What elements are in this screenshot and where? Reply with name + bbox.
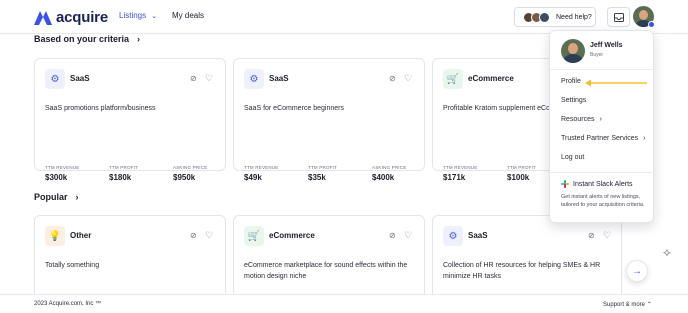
support-avatars (523, 11, 550, 23)
next-arrow-button[interactable]: → (626, 260, 648, 282)
user-name: Jeff Wells (590, 42, 623, 49)
section-title: Popular (34, 192, 68, 202)
avatar (539, 11, 550, 23)
nav-listings-label: Listings (119, 11, 147, 20)
divider (550, 172, 655, 173)
favorite-icon[interactable]: ♡ (404, 230, 412, 241)
hide-icon[interactable]: ⊘ (190, 231, 197, 240)
listing-description: eCommerce marketplace for sound effects … (244, 262, 408, 280)
listing-card[interactable]: ⚙ SaaS ⊘ ♡ SaaS for eCommerce beginners … (233, 58, 425, 182)
inbox-icon (613, 12, 624, 22)
listing-card[interactable]: 💡 Other ⊘ ♡ Totally something (34, 215, 226, 305)
online-status-dot (648, 21, 655, 28)
gear-icon: ⚙ (443, 226, 463, 246)
listing-description: SaaS promotions platform/business (45, 105, 156, 112)
favorite-icon[interactable]: ♡ (603, 230, 611, 241)
metric-asking-price: ASKING PRICE $950k (173, 165, 208, 182)
section-title: Based on your criteria (34, 34, 130, 44)
nav-my-deals[interactable]: My deals (172, 11, 204, 20)
category-label: eCommerce (269, 231, 315, 240)
listing-card[interactable]: ⚙ SaaS ⊘ ♡ SaaS promotions platform/busi… (34, 58, 226, 182)
category-label: eCommerce (468, 74, 514, 83)
category-label: SaaS (468, 231, 488, 240)
footer: 2023 Acquire.com, Inc ™ Support & more ⌃ (0, 294, 688, 313)
metric-ttm-profit: TTM PROFIT $180k (109, 165, 138, 182)
top-navigation: acquire Listings ⌄ My deals Need help? (0, 0, 688, 34)
listing-card[interactable]: ⚙ SaaS ⊘ ♡ Collection of HR resources fo… (432, 215, 622, 305)
need-help-label: Need help? (556, 13, 592, 21)
hide-icon[interactable]: ⊘ (389, 74, 396, 83)
logo-text: acquire (56, 9, 108, 26)
inbox-button[interactable] (607, 7, 630, 27)
menu-item-resources[interactable]: Resources › (561, 116, 602, 123)
avatar (561, 39, 585, 63)
section-popular[interactable]: Popular › (34, 192, 79, 202)
chevron-up-icon: ⌃ (646, 302, 652, 308)
favorite-icon[interactable]: ♡ (205, 73, 213, 84)
listing-description: Totally something (45, 262, 100, 269)
instant-slack-alerts-link[interactable]: Instant Slack Alerts (561, 180, 633, 188)
gear-icon: ⚙ (45, 69, 65, 89)
support-and-more-link[interactable]: Support & more ⌃ (603, 301, 652, 308)
nav-listings[interactable]: Listings ⌄ (119, 11, 157, 20)
chevron-right-icon: › (137, 34, 141, 44)
slack-icon (561, 180, 569, 188)
hide-icon[interactable]: ⊘ (389, 231, 396, 240)
menu-item-trusted-partner-services[interactable]: Trusted Partner Services › (561, 135, 646, 142)
listing-description: SaaS for eCommerce beginners (244, 105, 344, 112)
listing-description: Collection of HR resources for helping S… (443, 262, 601, 280)
user-role: Buyer (590, 52, 604, 58)
metric-asking-price: ASKING PRICE $400k (372, 165, 407, 182)
sneaker-icon: ⟡ (663, 245, 671, 259)
arrow-right-icon: → (632, 265, 642, 277)
gear-icon: ⚙ (244, 69, 264, 89)
listing-card[interactable]: 🛒 eCommerce ⊘ ♡ eCommerce marketplace fo… (233, 215, 425, 305)
slack-alerts-description: Get instant alerts of new listings, tail… (561, 194, 645, 208)
cart-icon: 🛒 (443, 69, 463, 89)
metric-ttm-profit: TTM PROFIT $100k (507, 165, 536, 182)
arrow-annotation-icon (585, 79, 647, 87)
hide-icon[interactable]: ⊘ (190, 74, 197, 83)
divider (550, 69, 655, 70)
category-label: Other (70, 231, 92, 240)
metric-ttm-revenue: TTM REVENUE $49k (244, 165, 279, 182)
profile-dropdown-menu: Jeff Wells Buyer Profile Settings Resour… (549, 30, 655, 223)
copyright: 2023 Acquire.com, Inc ™ (34, 301, 102, 307)
menu-item-profile[interactable]: Profile (561, 78, 581, 85)
metric-ttm-profit: TTM PROFIT $35k (308, 165, 337, 182)
category-label: SaaS (269, 74, 289, 83)
chevron-right-icon: › (643, 135, 646, 142)
favorite-icon[interactable]: ♡ (205, 230, 213, 241)
acquire-logo[interactable]: acquire (34, 9, 108, 26)
category-label: SaaS (70, 74, 90, 83)
favorite-icon[interactable]: ♡ (404, 73, 412, 84)
chevron-right-icon: › (75, 192, 79, 202)
chevron-down-icon: ⌄ (151, 12, 157, 20)
metric-ttm-revenue: TTM REVENUE $300k (45, 165, 80, 182)
hide-icon[interactable]: ⊘ (588, 231, 595, 240)
lightbulb-icon: 💡 (45, 226, 65, 246)
menu-item-log-out[interactable]: Log out (561, 154, 584, 161)
acquire-logo-icon (34, 10, 52, 25)
cart-icon: 🛒 (244, 226, 264, 246)
menu-item-settings[interactable]: Settings (561, 97, 586, 104)
metric-ttm-revenue: TTM REVENUE $171k (443, 165, 478, 182)
section-based-on-criteria[interactable]: Based on your criteria › (34, 34, 140, 44)
need-help-button[interactable]: Need help? (514, 7, 596, 27)
chevron-right-icon: › (599, 116, 602, 123)
